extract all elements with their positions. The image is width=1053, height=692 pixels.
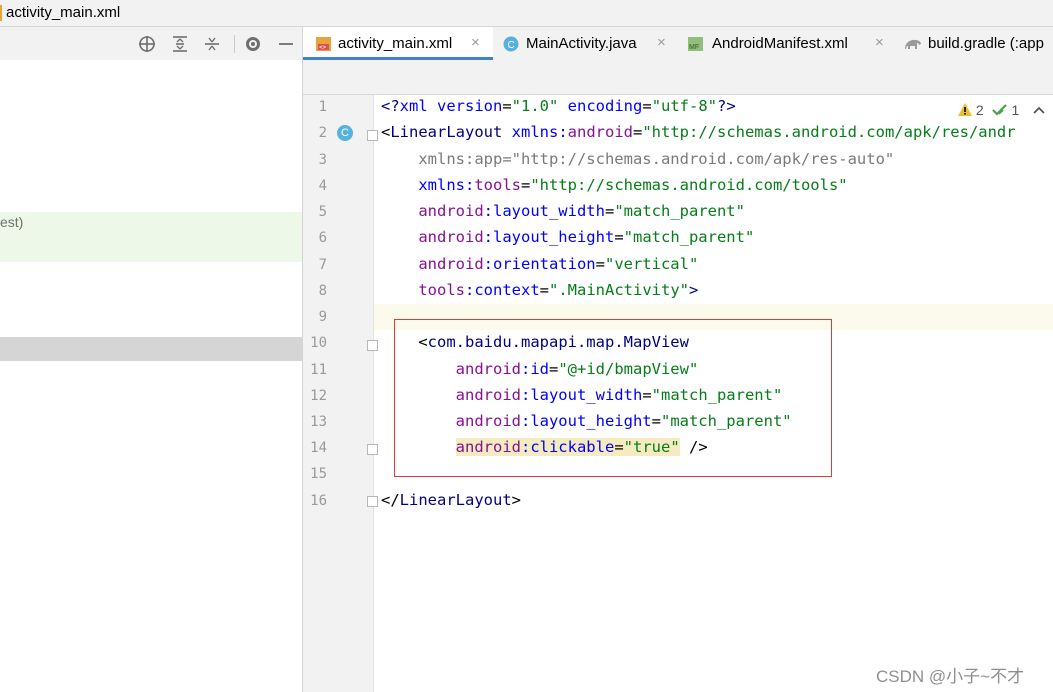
line-number: 10 bbox=[310, 335, 327, 351]
svg-text:<>: <> bbox=[319, 44, 327, 51]
manifest-icon: MF bbox=[688, 37, 703, 51]
line-number: 13 bbox=[310, 414, 327, 430]
editor-toolbar bbox=[303, 60, 1053, 95]
tab-activity-main[interactable]: <> activity_main.xml × bbox=[303, 27, 493, 60]
xml-file-icon bbox=[0, 5, 2, 21]
code-text: android:layout_width="match_parent" bbox=[418, 202, 745, 220]
code-text: xmlns:app="http://schemas.android.com/ap… bbox=[381, 150, 895, 168]
tab-label: MainActivity.java bbox=[526, 35, 637, 52]
line-number: 2 bbox=[318, 125, 327, 141]
expand-all-icon[interactable] bbox=[170, 34, 190, 54]
code-text: xmlns:tools="http://schemas.android.com/… bbox=[381, 176, 848, 194]
code-line: 5 android:layout_width="match_parent" bbox=[0, 200, 1053, 226]
line-number: 6 bbox=[318, 230, 327, 246]
editor-tabs: <> activity_main.xml × C MainActivity.ja… bbox=[303, 27, 1053, 60]
java-class-icon: C bbox=[503, 36, 519, 52]
tab-android-manifest[interactable]: MF AndroidManifest.xml × bbox=[677, 27, 897, 60]
tab-label: activity_main.xml bbox=[338, 35, 453, 52]
code-text: <LinearLayout xmlns:android="http://sche… bbox=[381, 123, 1016, 141]
line-number: 14 bbox=[310, 440, 327, 456]
collapse-all-icon[interactable] bbox=[202, 34, 222, 54]
code-line: 1 <?xml version="1.0" encoding="utf-8"?> bbox=[0, 95, 1053, 121]
code-line: 4 xmlns:tools="http://schemas.android.co… bbox=[0, 174, 1053, 200]
code-line: 3 xmlns:app="http://schemas.android.com/… bbox=[0, 148, 1053, 174]
line-number: 4 bbox=[318, 178, 327, 194]
annotation-highlight-box bbox=[394, 319, 832, 477]
gear-icon[interactable] bbox=[243, 34, 263, 54]
tab-label: AndroidManifest.xml bbox=[712, 35, 848, 52]
breadcrumb-bar: activity_main.xml bbox=[0, 0, 1053, 27]
code-line: 16 </LinearLayout> bbox=[0, 489, 1053, 515]
code-text: tools:context=".MainActivity"> bbox=[418, 281, 699, 299]
toolbar-separator bbox=[234, 35, 235, 53]
xml-file-icon: <> bbox=[316, 37, 331, 51]
close-icon[interactable]: × bbox=[657, 34, 666, 51]
minimize-icon[interactable] bbox=[276, 34, 296, 54]
project-toolbar bbox=[0, 27, 302, 60]
close-icon[interactable]: × bbox=[471, 34, 480, 51]
code-line: 7 android:orientation="vertical" bbox=[0, 253, 1053, 279]
line-number: 12 bbox=[310, 388, 327, 404]
code-text: <?xml version="1.0" encoding="utf-8"?> bbox=[381, 97, 736, 115]
line-number: 8 bbox=[318, 283, 327, 299]
line-number: 1 bbox=[318, 99, 327, 115]
code-line: 8 tools:context=".MainActivity"> bbox=[0, 279, 1053, 305]
tab-main-activity[interactable]: C MainActivity.java × bbox=[495, 27, 675, 60]
code-text: </LinearLayout> bbox=[381, 491, 521, 509]
code-text: android:layout_height="match_parent" bbox=[418, 228, 755, 246]
line-number: 7 bbox=[318, 257, 327, 273]
watermark: CSDN @小子~不才 bbox=[876, 667, 1025, 686]
line-number: 16 bbox=[310, 493, 327, 509]
code-line: 6 android:layout_height="match_parent" bbox=[0, 226, 1053, 252]
line-number: 5 bbox=[318, 204, 327, 220]
line-number: 3 bbox=[318, 152, 327, 168]
svg-text:C: C bbox=[508, 40, 515, 51]
line-number: 11 bbox=[310, 362, 327, 378]
crosshair-icon[interactable] bbox=[137, 34, 157, 54]
close-icon[interactable]: × bbox=[875, 34, 884, 51]
tab-build-gradle[interactable]: build.gradle (:app bbox=[899, 27, 1053, 60]
line-number: 15 bbox=[310, 466, 327, 482]
line-number: 9 bbox=[318, 309, 327, 325]
gradle-icon bbox=[905, 39, 921, 49]
svg-text:MF: MF bbox=[689, 44, 699, 51]
tab-label: build.gradle (:app bbox=[928, 35, 1044, 52]
code-line: 2 <LinearLayout xmlns:android="http://sc… bbox=[0, 121, 1053, 147]
code-text: android:orientation="vertical" bbox=[418, 255, 699, 273]
breadcrumb-file[interactable]: activity_main.xml bbox=[6, 4, 120, 21]
